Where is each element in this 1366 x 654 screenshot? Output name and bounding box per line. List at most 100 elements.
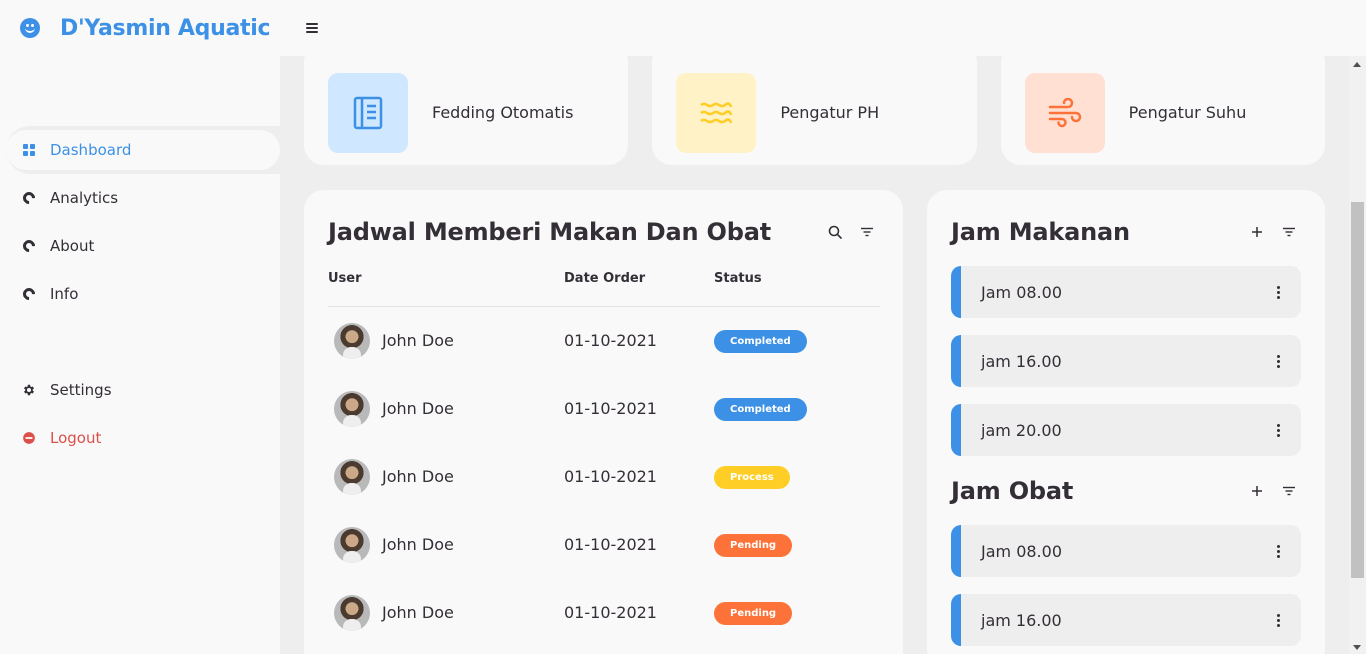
sidebar-item-logout[interactable]: Logout [6, 414, 280, 462]
table-row[interactable]: John Doe 01-10-2021 Pending [328, 511, 880, 579]
more-vertical-icon[interactable] [1277, 423, 1281, 437]
info-icon [20, 285, 38, 303]
makanan-list: Jam 08.00 jam 16.00 jam 20.00 [951, 266, 1301, 456]
time-label: jam 16.00 [981, 610, 1062, 630]
scroll-up-icon[interactable] [1353, 62, 1361, 67]
brand-name: D'Yasmin Aquatic [60, 15, 271, 41]
time-label: jam 16.00 [981, 351, 1062, 371]
sidebar-item-label: Dashboard [50, 141, 132, 159]
logout-icon [22, 431, 36, 445]
sidebar: D'Yasmin Aquatic Dashboard Analytics Abo… [0, 0, 280, 654]
avatar [334, 594, 370, 631]
list-item[interactable]: jam 16.00 [951, 335, 1301, 387]
sidebar-item-label: About [50, 237, 95, 255]
temperature-card[interactable]: Pengatur Suhu [1000, 56, 1325, 165]
time-label: Jam 08.00 [981, 282, 1062, 302]
temperature-label: Pengatur Suhu [1128, 103, 1247, 122]
status-badge: Pending [714, 533, 793, 557]
table-row[interactable]: John Doe 01-10-2021 Completed [328, 306, 880, 375]
sidebar-link-dashboard[interactable]: Dashboard [6, 130, 280, 170]
plus-icon[interactable] [1245, 220, 1269, 244]
schedule-title: Jadwal Memberi Makan Dan Obat [328, 218, 771, 246]
feeding-card[interactable]: Fedding Otomatis [304, 56, 629, 165]
avatar [334, 458, 370, 495]
sidebar-item-settings[interactable]: Settings [6, 366, 280, 414]
sidebar-link-logout[interactable]: Logout [6, 418, 280, 458]
time-panel: Jam Makanan Jam 08.00 jam 16.00 jam 20.0… [927, 190, 1325, 654]
more-vertical-icon[interactable] [1277, 613, 1281, 627]
temperature-tile [1024, 72, 1105, 153]
sidebar-item-label: Info [50, 285, 79, 303]
gear-icon [22, 383, 36, 397]
user-name: John Doe [382, 603, 454, 622]
list-item[interactable]: jam 20.00 [951, 404, 1301, 456]
sidebar-item-label: Settings [50, 381, 112, 399]
sidebar-item-analytics[interactable]: Analytics [6, 174, 280, 222]
column-header-date: Date Order [564, 266, 714, 307]
filter-icon[interactable] [855, 220, 879, 244]
feeding-tile [328, 72, 408, 153]
makanan-header: Jam Makanan [951, 214, 1301, 250]
schedule-header: Jadwal Memberi Makan Dan Obat [328, 214, 879, 250]
ph-tile [676, 72, 757, 153]
table-row[interactable]: John Doe 01-10-2021 Process [328, 443, 880, 511]
sidebar-item-dashboard[interactable]: Dashboard [6, 126, 280, 174]
date-cell: 01-10-2021 [564, 535, 657, 554]
brand[interactable]: D'Yasmin Aquatic [0, 0, 280, 56]
more-vertical-icon[interactable] [1277, 285, 1281, 299]
date-cell: 01-10-2021 [564, 467, 657, 486]
ph-card[interactable]: Pengatur PH [652, 56, 977, 165]
sidebar-item-info[interactable]: Info [6, 270, 280, 318]
search-icon[interactable] [823, 220, 847, 244]
avatar [334, 526, 370, 563]
schedule-panel: Jadwal Memberi Makan Dan Obat User Date … [304, 190, 903, 654]
sidebar-item-about[interactable]: About [6, 222, 280, 270]
list-item[interactable]: Jam 08.00 [951, 266, 1301, 318]
status-badge: Process [714, 465, 790, 489]
column-header-user: User [328, 266, 564, 307]
date-cell: 01-10-2021 [564, 399, 657, 418]
list-item[interactable]: jam 16.00 [951, 594, 1301, 646]
date-cell: 01-10-2021 [564, 331, 657, 350]
more-vertical-icon[interactable] [1277, 544, 1281, 558]
analytics-icon [20, 189, 38, 207]
filter-icon[interactable] [1277, 479, 1301, 503]
table-row[interactable]: John Doe 01-10-2021 Completed [328, 375, 880, 443]
avatar [334, 322, 370, 359]
about-icon [20, 237, 38, 255]
more-vertical-icon[interactable] [1277, 354, 1281, 368]
time-label: Jam 08.00 [981, 541, 1062, 561]
box-info: Fedding Otomatis Pengatur PH Pengatur Su… [304, 56, 1325, 165]
menu-icon[interactable] [306, 23, 318, 33]
status-badge: Completed [714, 397, 807, 421]
ph-label: Pengatur PH [780, 103, 880, 122]
smile-icon [20, 18, 40, 38]
water-icon [700, 101, 733, 123]
scroll-down-icon[interactable] [1353, 645, 1361, 650]
status-badge: Pending [714, 601, 793, 625]
filter-icon[interactable] [1277, 220, 1301, 244]
page-scrollbar[interactable] [1349, 56, 1366, 654]
scrollbar-thumb[interactable] [1351, 202, 1364, 578]
user-name: John Doe [382, 399, 454, 418]
main-content: Fedding Otomatis Pengatur PH Pengatur Su… [280, 56, 1349, 654]
sidebar-link-info[interactable]: Info [6, 274, 280, 314]
wind-icon [1048, 97, 1081, 127]
sidebar-link-about[interactable]: About [6, 226, 280, 266]
user-name: John Doe [382, 331, 454, 350]
sidebar-item-label: Logout [50, 429, 102, 447]
list-item[interactable]: Jam 08.00 [951, 525, 1301, 577]
plus-icon[interactable] [1245, 479, 1269, 503]
sidebar-link-settings[interactable]: Settings [6, 370, 280, 410]
obat-title: Jam Obat [951, 477, 1074, 505]
side-menu-bottom: Settings Logout [0, 366, 280, 462]
avatar [334, 390, 370, 427]
date-cell: 01-10-2021 [564, 603, 657, 622]
sidebar-link-analytics[interactable]: Analytics [6, 178, 280, 218]
user-name: John Doe [382, 535, 454, 554]
side-menu: Dashboard Analytics About Info [0, 126, 280, 318]
schedule-table: User Date Order Status John Doe 01-10-20… [328, 266, 880, 647]
obat-header: Jam Obat [951, 473, 1301, 509]
time-label: jam 20.00 [981, 420, 1062, 440]
table-row[interactable]: John Doe 01-10-2021 Pending [328, 579, 880, 647]
